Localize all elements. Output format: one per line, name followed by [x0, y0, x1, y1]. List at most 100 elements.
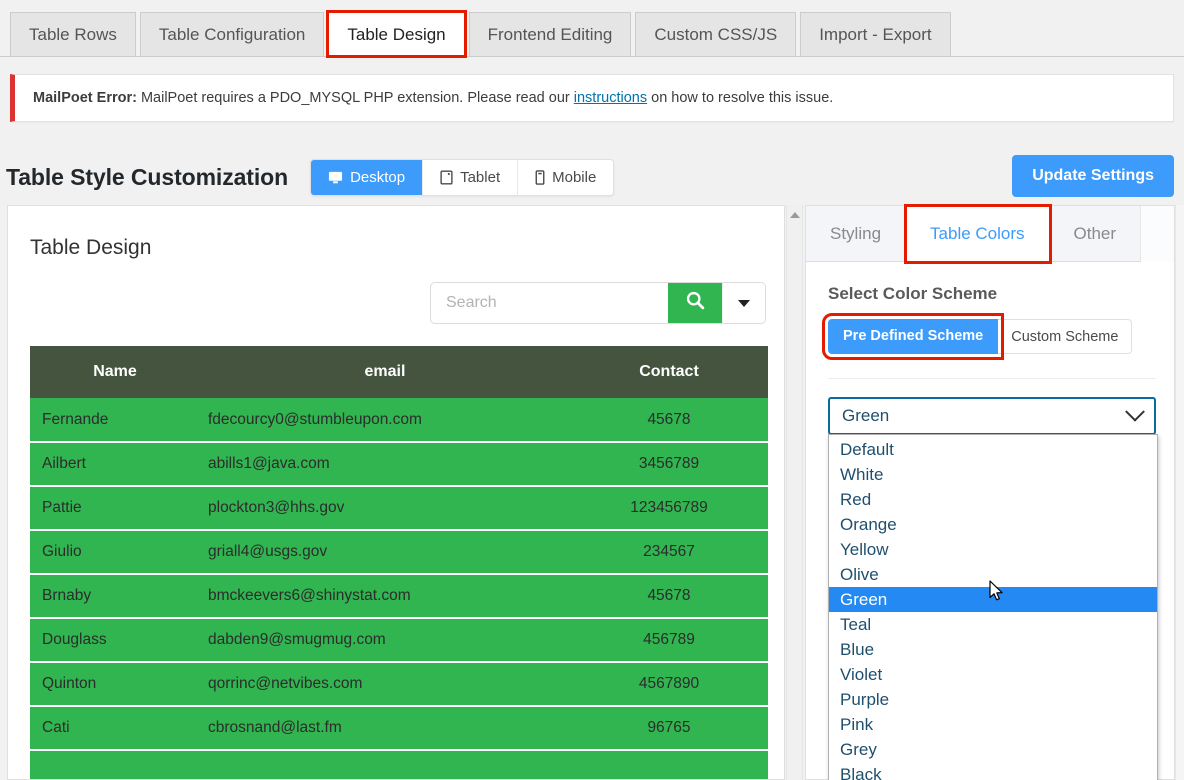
instructions-link[interactable]: instructions	[574, 90, 647, 106]
settings-tab-bar: Styling Table Colors Other	[806, 204, 1174, 264]
search-input[interactable]	[431, 283, 668, 323]
cell-name: Cati	[30, 706, 200, 751]
tab-label: Import - Export	[819, 25, 932, 44]
dropdown-option-blue[interactable]: Blue	[829, 637, 1157, 662]
tab-table-rows[interactable]: Table Rows	[10, 12, 136, 56]
dropdown-option-yellow[interactable]: Yellow	[829, 537, 1157, 562]
cell-contact: 3456789	[570, 442, 768, 487]
settings-panel-body: Select Color Scheme Pre Defined Scheme C…	[806, 262, 1174, 780]
table-row[interactable]: Pattie plockton3@hhs.gov 123456789	[30, 486, 768, 531]
dropdown-option-black[interactable]: Black	[829, 762, 1157, 780]
column-header-name[interactable]: Name	[30, 346, 200, 398]
settings-tab-label: Other	[1073, 224, 1117, 243]
dropdown-option-violet[interactable]: Violet	[829, 662, 1157, 687]
dropdown-option-teal[interactable]: Teal	[829, 612, 1157, 637]
update-settings-button[interactable]: Update Settings	[1012, 155, 1174, 197]
table-row[interactable]: Cati cbrosnand@last.fm 96765	[30, 706, 768, 751]
tab-label: Table Rows	[29, 25, 117, 44]
cell-contact: 96765	[570, 706, 768, 751]
cell-name: Pattie	[30, 486, 200, 531]
table-row[interactable]: Giulio griall4@usgs.gov 234567	[30, 530, 768, 575]
select-color-scheme-label: Select Color Scheme	[828, 284, 998, 303]
tab-frontend-editing[interactable]: Frontend Editing	[468, 12, 632, 56]
table-row[interactable]: Brnaby bmckeevers6@shinystat.com 45678	[30, 574, 768, 619]
cell-contact: 456789	[570, 618, 768, 663]
desktop-icon	[328, 170, 343, 185]
color-scheme-select-wrapper: Green Default White Red Orange Yellow Ol…	[828, 397, 1158, 780]
scroll-up-arrow-icon[interactable]	[789, 212, 800, 218]
chevron-down-icon	[1125, 401, 1145, 422]
search-button[interactable]	[668, 283, 723, 323]
column-header-contact[interactable]: Contact	[570, 346, 768, 398]
tab-other[interactable]: Other	[1049, 206, 1142, 262]
table-row[interactable]: Quinton qorrinc@netvibes.com 4567890	[30, 662, 768, 707]
cell-name: Douglass	[30, 618, 200, 663]
tab-table-design[interactable]: Table Design	[326, 10, 467, 58]
device-label: Tablet	[460, 169, 501, 186]
cell-contact: 45678	[570, 574, 768, 619]
settings-tab-label: Styling	[830, 224, 882, 243]
column-header-email[interactable]: email	[200, 346, 570, 398]
tab-label: Table Design	[347, 25, 446, 44]
table-preview-panel: Table Design Name email C	[7, 205, 785, 780]
tab-custom-css-js[interactable]: Custom CSS/JS	[635, 12, 797, 56]
tab-import-export[interactable]: Import - Export	[800, 12, 951, 56]
cell-email: cbrosnand@last.fm	[200, 706, 570, 751]
page-root: Table Rows Table Configuration Table Des…	[0, 0, 1184, 780]
main-tab-bar: Table Rows Table Configuration Table Des…	[0, 0, 1184, 58]
cell-name: Ailbert	[30, 442, 200, 487]
page-scrollbar[interactable]	[1175, 205, 1184, 780]
search-icon	[685, 290, 706, 316]
tab-table-colors[interactable]: Table Colors	[904, 204, 1052, 264]
search-box	[430, 282, 766, 324]
cell-email: abills1@java.com	[200, 442, 570, 487]
table-row[interactable]: Douglass dabden9@smugmug.com 456789	[30, 618, 768, 663]
device-button-tablet[interactable]: Tablet	[423, 160, 519, 195]
settings-panel: Styling Table Colors Other Select Color …	[805, 204, 1175, 780]
device-button-mobile[interactable]: Mobile	[518, 160, 614, 195]
settings-tab-label: Table Colors	[930, 224, 1025, 243]
table-row[interactable]: Ailbert abills1@java.com 3456789	[30, 442, 768, 487]
dropdown-option-purple[interactable]: Purple	[829, 687, 1157, 712]
preview-scrollbar[interactable]	[786, 205, 803, 780]
cell-email: fdecourcy0@stumbleupon.com	[200, 398, 570, 443]
cell-name: Fernande	[30, 398, 200, 443]
cell-contact: 45678	[570, 398, 768, 443]
tab-styling[interactable]: Styling	[806, 206, 907, 262]
mouse-cursor	[989, 580, 1006, 609]
notice-body: MailPoet requires a PDO_MYSQL PHP extens…	[136, 90, 574, 106]
cell-email: griall4@usgs.gov	[200, 530, 570, 575]
device-button-desktop[interactable]: Desktop	[311, 160, 424, 195]
cell-contact: 123456789	[570, 486, 768, 531]
device-toggle-group: Desktop Tablet Mobile	[310, 159, 615, 196]
table-header-row: Name email Contact	[30, 346, 768, 398]
pre-defined-scheme-button[interactable]: Pre Defined Scheme	[821, 313, 1005, 360]
table-row[interactable]	[30, 750, 768, 779]
dropdown-option-white[interactable]: White	[829, 462, 1157, 487]
search-options-button[interactable]	[722, 283, 765, 323]
cell-name: Quinton	[30, 662, 200, 707]
cell-name: Brnaby	[30, 574, 200, 619]
style-header-row: Table Style Customization Desktop Tablet…	[0, 150, 1184, 205]
dropdown-option-orange[interactable]: Orange	[829, 512, 1157, 537]
color-scheme-select[interactable]: Green	[828, 397, 1156, 435]
settings-divider	[828, 378, 1156, 379]
cell-email	[200, 750, 570, 779]
table-row[interactable]: Fernande fdecourcy0@stumbleupon.com 4567…	[30, 398, 768, 443]
cell-email: dabden9@smugmug.com	[200, 618, 570, 663]
tab-table-configuration[interactable]: Table Configuration	[139, 12, 325, 56]
dropdown-option-default[interactable]: Default	[829, 437, 1157, 462]
dropdown-option-pink[interactable]: Pink	[829, 712, 1157, 737]
chevron-down-icon	[738, 299, 751, 307]
custom-scheme-button[interactable]: Custom Scheme	[998, 319, 1133, 354]
device-label: Mobile	[552, 169, 597, 186]
color-scheme-selected-value: Green	[842, 406, 890, 425]
tablet-icon	[440, 170, 453, 185]
scheme-toggle-group: Pre Defined Scheme Custom Scheme	[821, 313, 1174, 360]
cell-contact: 4567890	[570, 662, 768, 707]
device-label: Desktop	[350, 169, 406, 186]
notice-strong: MailPoet Error:	[33, 90, 137, 106]
notice-tail: on how to resolve this issue.	[647, 90, 834, 106]
dropdown-option-grey[interactable]: Grey	[829, 737, 1157, 762]
dropdown-option-red[interactable]: Red	[829, 487, 1157, 512]
